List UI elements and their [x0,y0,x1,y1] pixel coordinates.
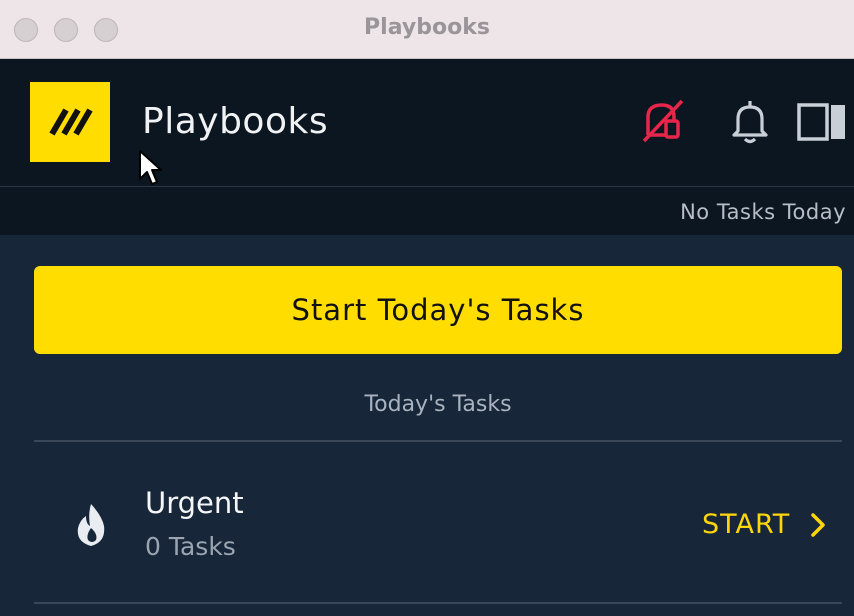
app-header: Playbooks [0,59,854,186]
task-start-button[interactable]: START [702,509,790,540]
row-divider [34,602,842,604]
logo-icon [30,82,110,162]
app-title: Playbooks [142,101,329,142]
chevron-right-icon[interactable] [808,512,828,542]
notification-muted-icon[interactable] [640,97,686,149]
window-title: Playbooks [364,15,490,40]
window-titlebar: Playbooks [0,0,854,59]
status-strip: No Tasks Today [0,187,854,235]
task-title: Urgent [145,486,244,520]
section-label: Today's Tasks [364,392,512,417]
bell-icon[interactable] [730,97,770,149]
task-count: 0 Tasks [145,532,236,561]
flame-icon [72,502,110,552]
mouse-cursor-icon [138,149,164,191]
panel-toggle-icon[interactable] [797,103,847,145]
task-row-urgent[interactable]: Urgent 0 Tasks START [34,442,842,602]
status-text: No Tasks Today [680,200,846,224]
start-todays-tasks-button[interactable]: Start Today's Tasks [34,266,842,354]
